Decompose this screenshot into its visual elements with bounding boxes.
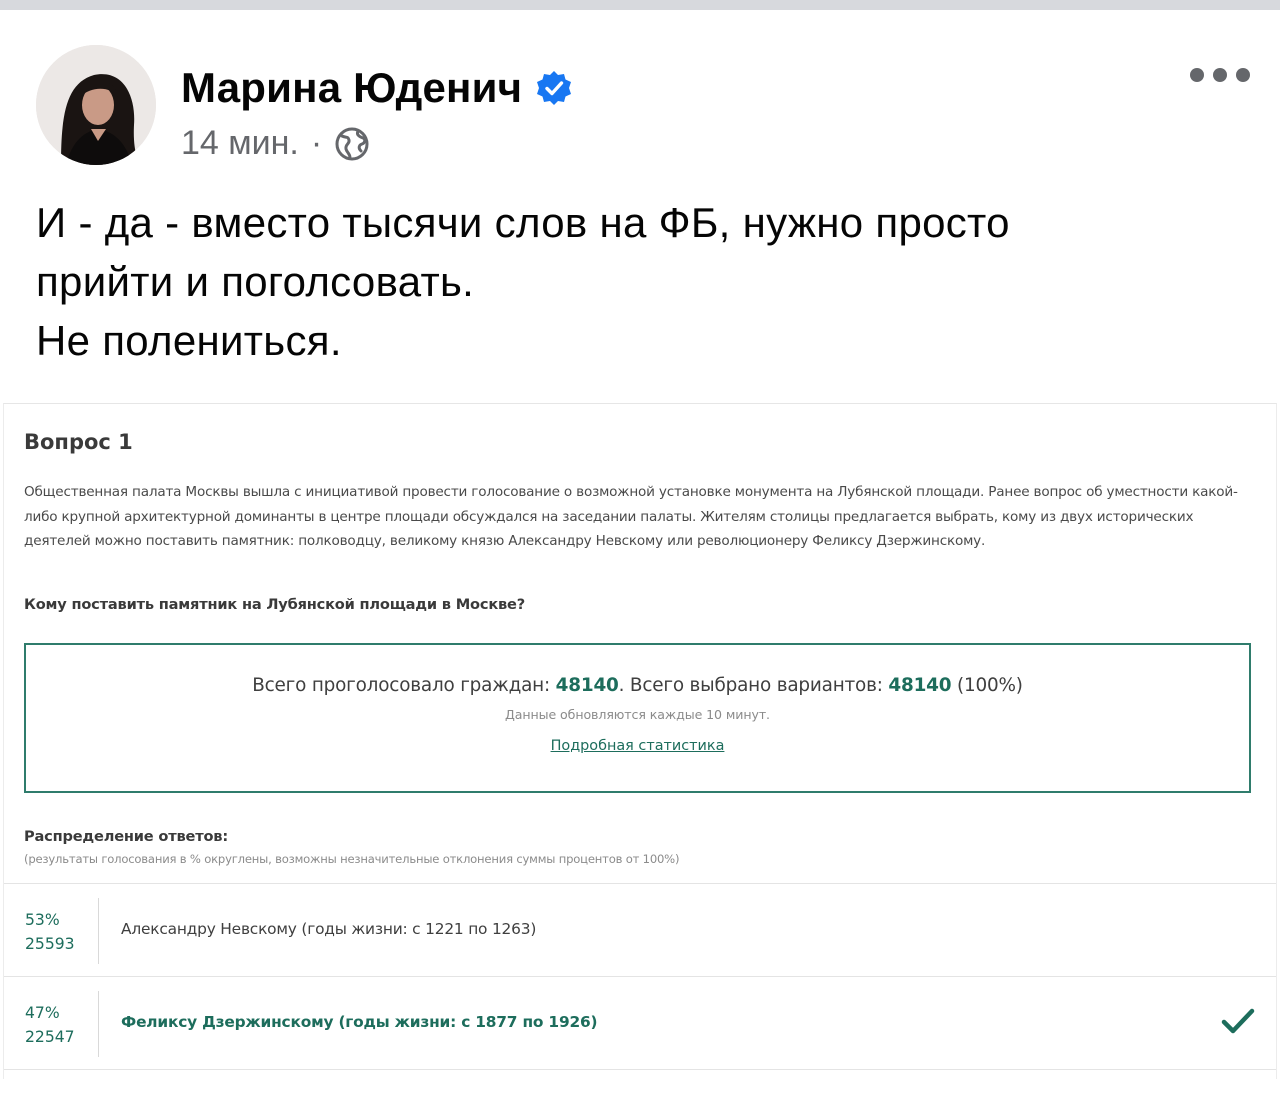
meta-separator: · — [310, 124, 323, 162]
voted-count: 48140 — [555, 675, 619, 696]
author-avatar[interactable] — [36, 45, 156, 165]
answer-votes: 25593 — [25, 935, 75, 953]
question-description: Общественная палата Москвы вышла с иници… — [24, 484, 1238, 549]
avatar-photo — [36, 45, 156, 165]
answer-percent: 47% — [25, 1004, 60, 1022]
answer-stats: 53% 25593 — [25, 908, 75, 956]
more-dot — [1190, 68, 1204, 82]
chosen-count: 48140 — [888, 675, 952, 696]
author-name[interactable]: Марина Юденич — [181, 64, 522, 112]
answer-stats: 47% 22547 — [25, 1001, 75, 1049]
more-dot — [1213, 68, 1227, 82]
row-divider — [98, 898, 99, 964]
post-text-line: прийти и поголсовать. — [36, 258, 475, 305]
author-name-row: Марина Юденич — [181, 64, 572, 112]
post-text-line: Не полениться. — [36, 317, 342, 364]
chosen-percent: (100%) — [957, 675, 1023, 696]
distribution-title: Распределение ответов: — [24, 828, 228, 845]
post-meta: 14 мин. · — [181, 124, 370, 163]
stats-update-note: Данные обновляются каждые 10 минут. — [505, 707, 770, 722]
answer-label: Александру Невскому (годы жизни: с 1221 … — [121, 920, 537, 938]
more-options-icon[interactable] — [1190, 62, 1250, 88]
answer-row[interactable]: 53% 25593 Александру Невскому (годы жизн… — [4, 883, 1276, 976]
question-title: Вопрос 1 — [24, 430, 133, 454]
answer-label: Феликсу Дзержинскому (годы жизни: с 1877… — [121, 1013, 598, 1031]
verified-badge-icon — [537, 71, 572, 105]
poll-stats-box: Всего проголосовало граждан: 48140. Всег… — [24, 643, 1251, 793]
answer-row-selected[interactable]: 47% 22547 Феликсу Дзержинскому (годы жиз… — [4, 976, 1276, 1070]
stats-summary: Всего проголосовало граждан: 48140. Всег… — [26, 675, 1249, 696]
question-text: Кому поставить памятник на Лубянской пло… — [24, 596, 526, 613]
more-dot — [1236, 68, 1250, 82]
voted-label: Всего проголосовало граждан: — [252, 675, 550, 696]
globe-icon[interactable] — [334, 126, 370, 162]
distribution-note: (результаты голосования в % округлены, в… — [24, 852, 680, 866]
answer-votes: 22547 — [25, 1028, 75, 1046]
post-time[interactable]: 14 мин. — [181, 124, 299, 163]
detailed-stats-link[interactable]: Подробная статистика — [26, 738, 1249, 754]
checkmark-icon — [1221, 1008, 1255, 1034]
chosen-label: . Всего выбрано вариантов: — [618, 675, 883, 696]
post-text-line: И - да - вместо тысячи слов на ФБ, нужно… — [36, 199, 1010, 246]
post-text: И - да - вместо тысячи слов на ФБ, нужно… — [36, 193, 1236, 370]
poll-screenshot[interactable]: Вопрос 1 Общественная палата Москвы вышл… — [3, 403, 1277, 1079]
answer-percent: 53% — [25, 911, 60, 929]
top-divider — [0, 0, 1280, 10]
detailed-stats-link-text[interactable]: Подробная статистика — [551, 738, 725, 754]
row-divider — [98, 991, 99, 1057]
